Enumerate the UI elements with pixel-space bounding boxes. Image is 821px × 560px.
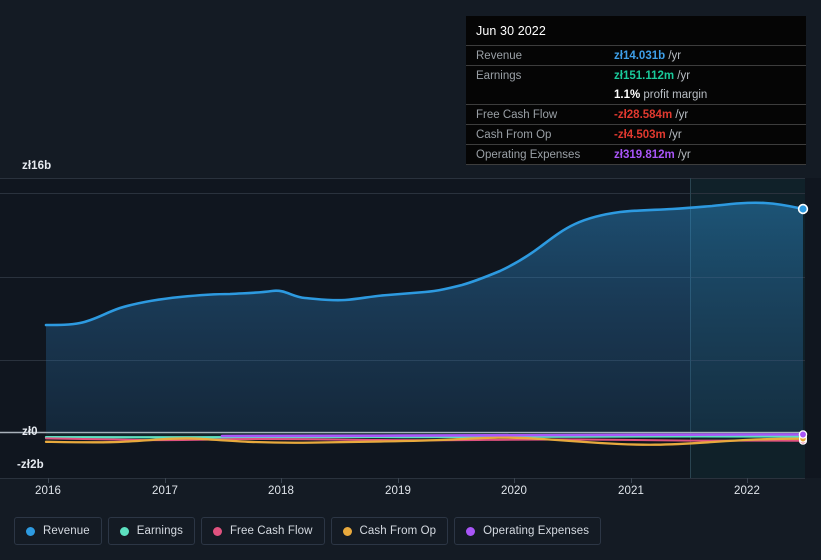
x-axis-label-2018: 2018: [268, 485, 294, 497]
tooltip-value-operating-expenses: zł319.812m /yr: [604, 145, 806, 165]
tooltip-row-operating-expenses: Operating Expenses zł319.812m /yr: [466, 144, 806, 165]
tooltip-amount-free-cash-flow: -zł28.584m: [614, 108, 673, 121]
tooltip-suffix-cash-from-op: /yr: [665, 128, 682, 141]
tooltip-label-revenue: Revenue: [476, 49, 523, 62]
operating-expenses-line: [220, 433, 805, 438]
legend-dot-free-cash-flow-icon: [212, 526, 222, 536]
legend-item-revenue[interactable]: Revenue: [14, 517, 102, 545]
legend-label-revenue: Revenue: [43, 525, 90, 537]
tooltip-amount-operating-expenses: zł319.812m: [614, 148, 675, 161]
chart-legend: Revenue Earnings Free Cash Flow Cash Fro…: [14, 517, 602, 545]
tooltip-value-profit-margin: 1.1% profit margin: [604, 85, 806, 105]
legend-dot-earnings-icon: [119, 526, 129, 536]
tooltip-amount-earnings: zł151.112m: [614, 69, 675, 82]
x-axis-label-2019: 2019: [385, 485, 411, 497]
y-axis-label-neg2b: -zł2b: [17, 459, 44, 471]
tooltip-label-profit-margin: [466, 85, 604, 105]
x-axis-label-2020: 2020: [501, 485, 527, 497]
tooltip-value-free-cash-flow: -zł28.584m /yr: [604, 105, 806, 125]
tooltip-label-earnings: Earnings: [476, 69, 522, 82]
legend-item-operating-expenses[interactable]: Operating Expenses: [454, 517, 602, 545]
tooltip-suffix-free-cash-flow: /yr: [672, 108, 689, 121]
y-axis-label-16b: zł16b: [22, 160, 52, 172]
tooltip-value-cash-from-op: -zł4.503m /yr: [604, 125, 806, 145]
chart-tooltip: Jun 30 2022 Revenue zł14.031b /yr Earnin…: [466, 16, 806, 165]
legend-item-earnings[interactable]: Earnings: [107, 517, 195, 545]
x-axis-label-2022: 2022: [734, 485, 760, 497]
tooltip-table: Revenue zł14.031b /yr Earnings zł151.112…: [466, 45, 806, 165]
tooltip-date: Jun 30 2022: [476, 24, 546, 38]
tooltip-row-revenue: Revenue zł14.031b /yr: [466, 45, 806, 66]
tooltip-suffix-earnings: /yr: [674, 69, 691, 82]
tooltip-row-profit-margin: 1.1% profit margin: [466, 85, 806, 105]
legend-item-cash-from-op[interactable]: Cash From Op: [330, 517, 449, 545]
x-axis-label-2017: 2017: [152, 485, 178, 497]
y-axis-label-0: zł0: [22, 426, 38, 438]
tooltip-amount-profit-margin: 1.1%: [614, 88, 641, 101]
x-axis-label-2016: 2016: [35, 485, 61, 497]
tooltip-label-free-cash-flow: Free Cash Flow: [476, 108, 558, 121]
tooltip-suffix-profit-margin: profit margin: [640, 88, 708, 101]
tooltip-value-revenue: zł14.031b /yr: [604, 46, 806, 66]
legend-label-free-cash-flow: Free Cash Flow: [229, 525, 313, 537]
legend-item-free-cash-flow[interactable]: Free Cash Flow: [200, 517, 325, 545]
tooltip-row-earnings: Earnings zł151.112m /yr: [466, 65, 806, 86]
tooltip-label-operating-expenses: Operating Expenses: [476, 148, 581, 161]
tooltip-suffix-revenue: /yr: [665, 49, 682, 62]
x-axis-label-2021: 2021: [618, 485, 644, 497]
legend-label-operating-expenses: Operating Expenses: [483, 525, 590, 537]
legend-dot-revenue-icon: [26, 526, 35, 536]
legend-dot-operating-expenses-icon: [466, 526, 476, 536]
tooltip-value-earnings: zł151.112m /yr: [604, 66, 806, 86]
legend-dot-cash-from-op-icon: [342, 526, 352, 536]
tooltip-amount-revenue: zł14.031b: [614, 49, 666, 62]
tooltip-label-cash-from-op: Cash From Op: [476, 128, 552, 141]
legend-label-cash-from-op: Cash From Op: [359, 525, 437, 537]
legend-label-earnings: Earnings: [136, 525, 183, 537]
tooltip-suffix-operating-expenses: /yr: [674, 148, 691, 161]
tooltip-row-free-cash-flow: Free Cash Flow -zł28.584m /yr: [466, 104, 806, 125]
tooltip-amount-cash-from-op: -zł4.503m: [614, 128, 666, 141]
tooltip-row-cash-from-op: Cash From Op -zł4.503m /yr: [466, 124, 806, 145]
